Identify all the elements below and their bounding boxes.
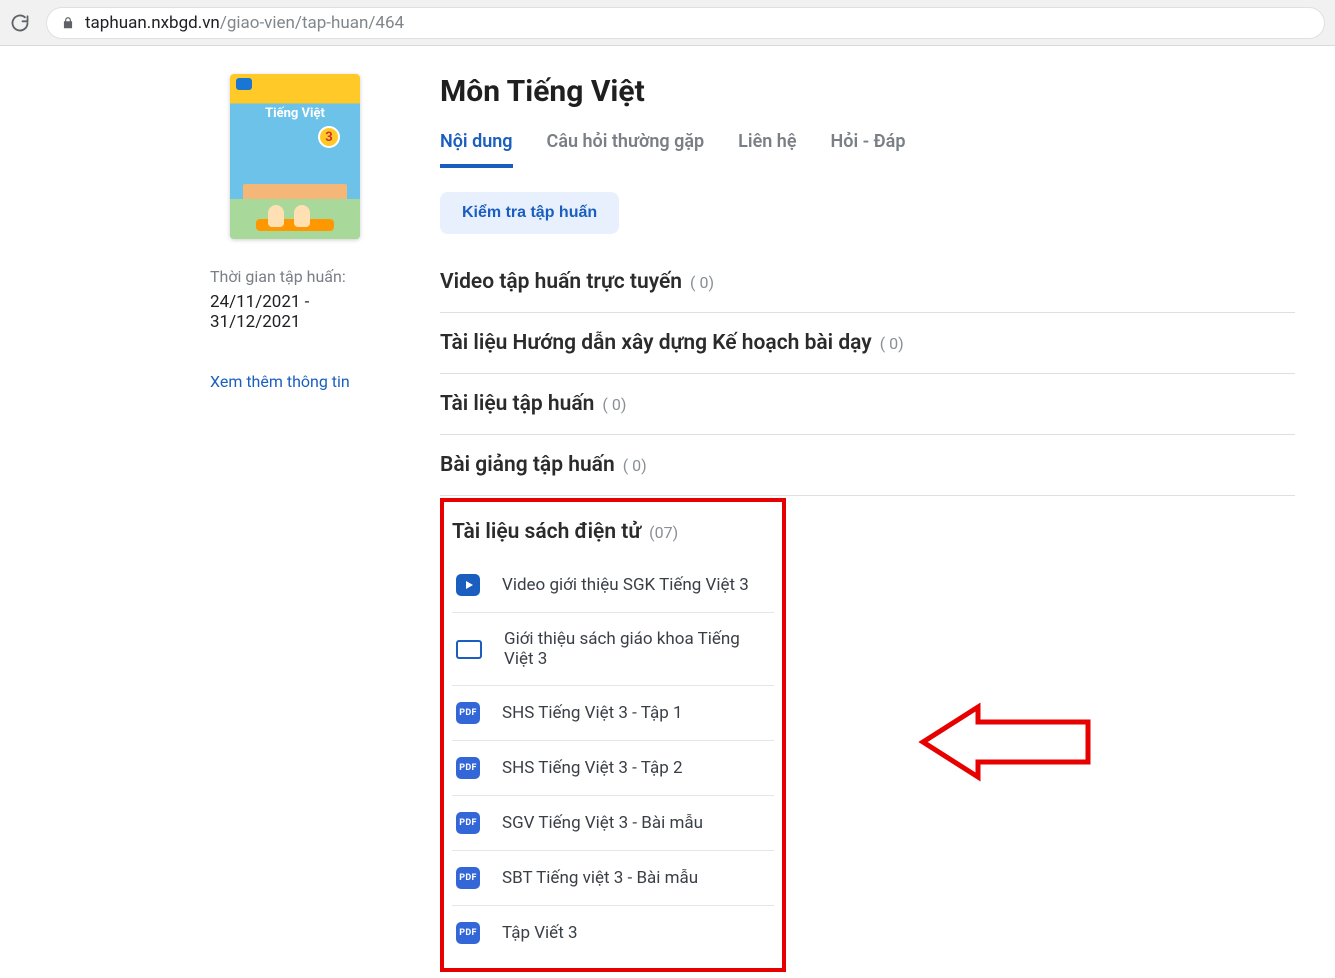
section-count: ( 0) <box>602 395 626 414</box>
doc-label: Giới thiệu sách giáo khoa Tiếng Việt 3 <box>504 629 770 669</box>
address-bar[interactable]: taphuan.nxbgd.vn/giao-vien/tap-huan/464 <box>46 7 1325 39</box>
url-text: taphuan.nxbgd.vn/giao-vien/tap-huan/464 <box>85 13 404 33</box>
book-cover[interactable]: Tiếng Việt 3 <box>230 74 360 239</box>
list-item[interactable]: PDF SHS Tiếng Việt 3 - Tập 2 <box>452 741 774 796</box>
tab-noi-dung[interactable]: Nội dung <box>440 131 513 168</box>
pdf-icon: PDF <box>456 702 480 724</box>
list-item[interactable]: PDF Tập Viết 3 <box>452 906 774 960</box>
section-count: (07) <box>649 523 678 542</box>
pdf-icon: PDF <box>456 922 480 944</box>
doc-label: Video giới thiệu SGK Tiếng Việt 3 <box>502 575 749 595</box>
tab-hoi-dap[interactable]: Hỏi - Đáp <box>831 131 906 168</box>
section-title: Tài liệu sách điện tử <box>452 520 641 544</box>
section-count: ( 0) <box>880 334 904 353</box>
page-title: Môn Tiếng Việt <box>440 74 1295 109</box>
cover-title: Tiếng Việt <box>230 106 360 121</box>
training-dates: 24/11/2021 - 31/12/2021 <box>210 292 380 332</box>
doc-label: SGV Tiếng Việt 3 - Bài mẫu <box>502 813 703 833</box>
check-training-button[interactable]: Kiểm tra tập huấn <box>440 192 619 234</box>
main-content: Môn Tiếng Việt Nội dung Câu hỏi thường g… <box>440 74 1335 972</box>
section-video-truc-tuyen[interactable]: Video tập huấn trực tuyến ( 0) <box>440 252 1295 313</box>
doc-label: Tập Viết 3 <box>502 923 578 943</box>
section-title: Bài giảng tập huấn <box>440 453 615 477</box>
list-item[interactable]: PDF SHS Tiếng Việt 3 - Tập 1 <box>452 686 774 741</box>
doc-label: SHS Tiếng Việt 3 - Tập 2 <box>502 758 683 778</box>
browser-toolbar: taphuan.nxbgd.vn/giao-vien/tap-huan/464 <box>0 0 1335 46</box>
tab-lien-he[interactable]: Liên hệ <box>738 131 796 168</box>
list-item[interactable]: PDF SGV Tiếng Việt 3 - Bài mẫu <box>452 796 774 851</box>
reload-icon[interactable] <box>10 13 30 33</box>
video-icon <box>456 574 480 596</box>
section-title: Tài liệu tập huấn <box>440 392 594 416</box>
tab-bar: Nội dung Câu hỏi thường gặp Liên hệ Hỏi … <box>440 131 1295 168</box>
section-tai-lieu-tap-huan[interactable]: Tài liệu tập huấn ( 0) <box>440 374 1295 435</box>
ebook-list: Video giới thiệu SGK Tiếng Việt 3 Giới t… <box>452 558 774 960</box>
more-info-link[interactable]: Xem thêm thông tin <box>210 372 350 391</box>
lock-icon <box>61 16 75 30</box>
tab-cau-hoi[interactable]: Câu hỏi thường gặp <box>547 131 705 168</box>
section-count: ( 0) <box>623 456 647 475</box>
section-count: ( 0) <box>690 273 714 292</box>
pdf-icon: PDF <box>456 812 480 834</box>
list-item[interactable]: Giới thiệu sách giáo khoa Tiếng Việt 3 <box>452 613 774 686</box>
section-title: Video tập huấn trực tuyến <box>440 270 682 294</box>
slide-icon <box>456 640 482 659</box>
doc-label: SBT Tiếng việt 3 - Bài mẫu <box>502 868 698 888</box>
ebook-highlight-box: Tài liệu sách điện tử (07) Video giới th… <box>440 498 786 972</box>
section-huong-dan-ke-hoach[interactable]: Tài liệu Hướng dẫn xây dựng Kế hoạch bài… <box>440 313 1295 374</box>
list-item[interactable]: Video giới thiệu SGK Tiếng Việt 3 <box>452 558 774 613</box>
section-sach-dien-tu[interactable]: Tài liệu sách điện tử (07) <box>452 506 774 550</box>
list-item[interactable]: PDF SBT Tiếng việt 3 - Bài mẫu <box>452 851 774 906</box>
doc-label: SHS Tiếng Việt 3 - Tập 1 <box>502 703 683 723</box>
sidebar: Tiếng Việt 3 Thời gian tập huấn: 24/11/2… <box>0 74 400 972</box>
pdf-icon: PDF <box>456 867 480 889</box>
section-title: Tài liệu Hướng dẫn xây dựng Kế hoạch bài… <box>440 331 872 355</box>
training-time-label: Thời gian tập huấn: <box>210 267 346 286</box>
section-bai-giang[interactable]: Bài giảng tập huấn ( 0) <box>440 435 1295 496</box>
pdf-icon: PDF <box>456 757 480 779</box>
